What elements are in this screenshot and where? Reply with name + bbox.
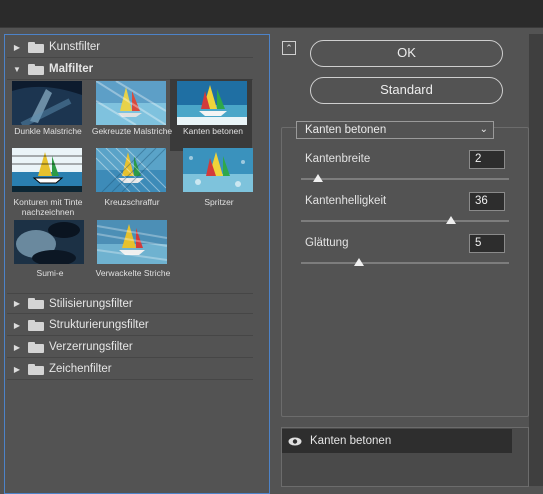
- folder-icon: [28, 341, 44, 353]
- kantenhelligkeit-input[interactable]: 36: [469, 192, 505, 211]
- category-label: Zeichenfilter: [49, 363, 112, 375]
- category-zeichenfilter[interactable]: ▶ Zeichenfilter: [7, 359, 253, 380]
- filter-select-value: Kanten betonen: [305, 124, 387, 136]
- folder-icon: [28, 319, 44, 331]
- titlebar-divider: [0, 27, 543, 28]
- slider-knob[interactable]: [312, 174, 323, 182]
- filter-gallery-panel[interactable]: ▶ Kunstfilter ▼ Malfilter Dunkle Malstri…: [4, 34, 270, 494]
- category-label: Kunstfilter: [49, 41, 101, 53]
- filter-select-dropdown[interactable]: Kanten betonen ⌄: [296, 121, 494, 139]
- filter-label[interactable]: Spritzer: [178, 197, 260, 207]
- category-label: Strukturierungsfilter: [49, 319, 149, 331]
- slider-knob[interactable]: [445, 216, 456, 224]
- collapse-triangle-icon[interactable]: ▼: [10, 65, 24, 74]
- folder-icon: [28, 63, 44, 75]
- thumbnail-dunkle-malstriche[interactable]: [12, 81, 82, 125]
- standard-button[interactable]: Standard: [310, 77, 503, 104]
- filter-label[interactable]: Verwackelte Striche: [92, 268, 174, 278]
- effect-layer-row[interactable]: Kanten betonen: [282, 429, 512, 453]
- expand-triangle-icon[interactable]: ▶: [10, 343, 24, 352]
- thumbnail-verwackelte-striche[interactable]: [97, 220, 167, 264]
- collapse-up-icon[interactable]: ⌃: [282, 41, 296, 55]
- thumbnail-konturen-mit-tinte[interactable]: [12, 148, 82, 192]
- folder-icon: [28, 298, 44, 309]
- effect-layer-label: Kanten betonen: [310, 435, 392, 447]
- filter-label[interactable]: Sumi-e: [9, 268, 91, 278]
- thumbnail-gekreuzte-malstriche[interactable]: [96, 81, 166, 125]
- expand-triangle-icon[interactable]: ▶: [10, 43, 24, 52]
- param-label-kantenbreite: Kantenbreite: [305, 153, 371, 165]
- thumbnail-sumi-e[interactable]: [14, 220, 84, 264]
- folder-icon: [28, 41, 44, 53]
- slider-knob[interactable]: [354, 258, 365, 266]
- filter-label[interactable]: Gekreuzte Malstriche: [91, 126, 173, 136]
- thumbnail-kreuzschraffur[interactable]: [96, 148, 166, 192]
- filter-label[interactable]: Kreuzschraffur: [91, 197, 173, 207]
- expand-triangle-icon[interactable]: ▶: [10, 365, 24, 374]
- expand-triangle-icon[interactable]: ▶: [10, 321, 24, 330]
- dialog-titlebar: [0, 0, 543, 27]
- category-label: Malfilter: [49, 63, 94, 75]
- param-label-glaettung: Glättung: [305, 237, 349, 249]
- category-label: Stilisierungsfilter: [49, 297, 133, 310]
- eye-icon[interactable]: [288, 437, 302, 446]
- filter-settings-panel: [281, 127, 529, 417]
- filter-label[interactable]: Dunkle Malstriche: [7, 126, 89, 136]
- category-stilisierungsfilter[interactable]: ▶ Stilisierungsfilter: [7, 293, 253, 314]
- filter-label[interactable]: Konturen mit Tinte nachzeichnen: [7, 197, 89, 217]
- category-malfilter[interactable]: ▼ Malfilter: [7, 59, 253, 80]
- ok-button[interactable]: OK: [310, 40, 503, 67]
- kantenbreite-input[interactable]: 2: [469, 150, 505, 169]
- expand-triangle-icon[interactable]: ▶: [10, 299, 24, 308]
- category-label: Verzerrungsfilter: [49, 341, 133, 353]
- glaettung-input[interactable]: 5: [469, 234, 505, 253]
- chevron-down-icon: ⌄: [479, 124, 488, 135]
- kantenhelligkeit-slider[interactable]: [301, 216, 509, 224]
- right-edge-strip: [529, 34, 543, 486]
- category-strukturierungsfilter[interactable]: ▶ Strukturierungsfilter: [7, 315, 253, 336]
- category-verzerrungsfilter[interactable]: ▶ Verzerrungsfilter: [7, 337, 253, 358]
- param-label-kantenhelligkeit: Kantenhelligkeit: [305, 195, 387, 207]
- kantenbreite-slider[interactable]: [301, 174, 509, 182]
- thumbnail-kanten-betonen[interactable]: [177, 81, 247, 125]
- category-kunstfilter[interactable]: ▶ Kunstfilter: [7, 37, 253, 58]
- glaettung-slider[interactable]: [301, 258, 509, 266]
- folder-icon: [28, 363, 44, 375]
- filter-label[interactable]: Kanten betonen: [172, 126, 254, 136]
- thumbnail-spritzer[interactable]: [183, 148, 253, 192]
